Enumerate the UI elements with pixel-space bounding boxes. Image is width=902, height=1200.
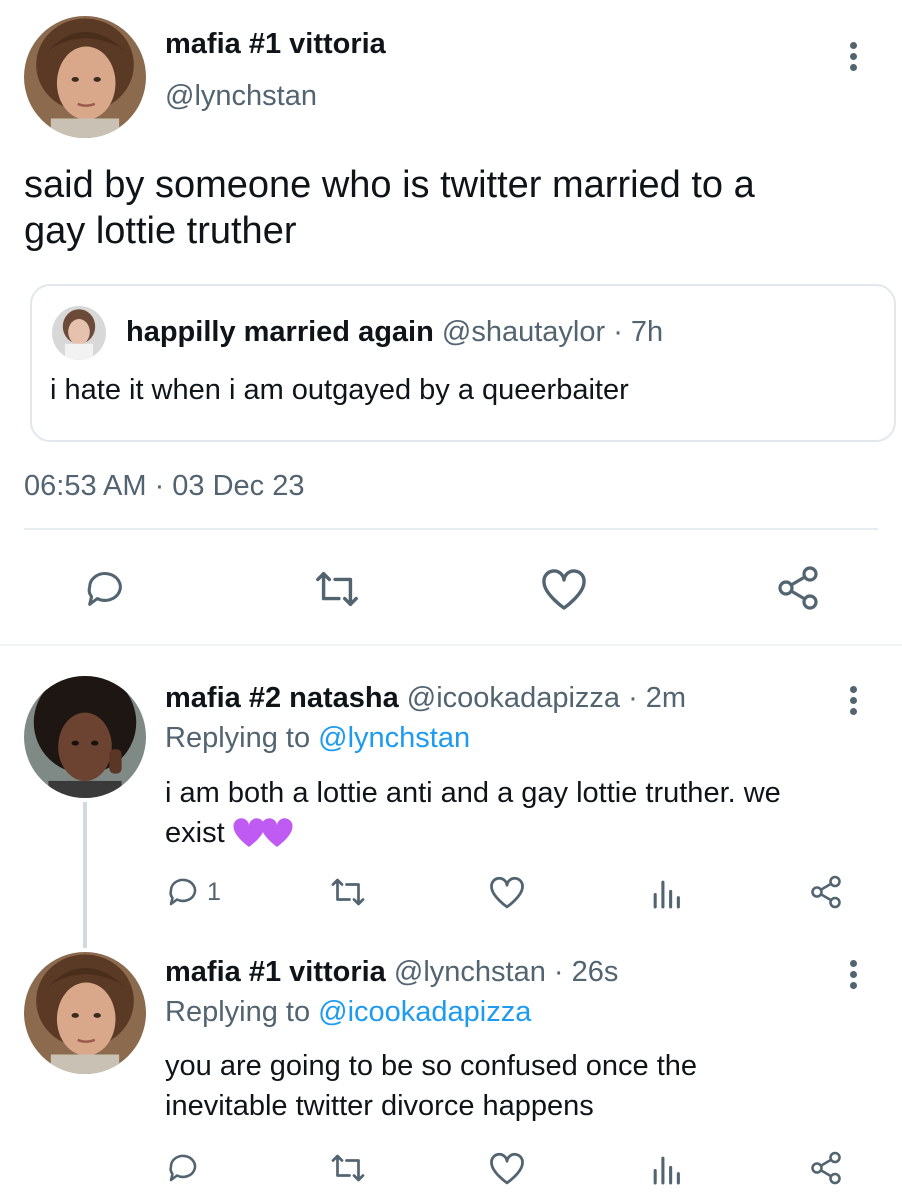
retweet-button[interactable] bbox=[328, 874, 368, 910]
retweet-button[interactable] bbox=[312, 566, 362, 612]
like-icon bbox=[490, 1152, 524, 1185]
avatar[interactable] bbox=[52, 306, 106, 360]
retweet-icon bbox=[316, 571, 358, 607]
purple-heart-icon bbox=[229, 816, 297, 850]
divider bbox=[0, 644, 902, 646]
more-options-icon[interactable] bbox=[848, 686, 858, 719]
tweet-text-line: inevitable twitter divorce happens bbox=[165, 1090, 594, 1122]
share-button[interactable] bbox=[808, 874, 844, 910]
tweet-text-line: exist bbox=[165, 813, 781, 853]
more-options-icon[interactable] bbox=[848, 42, 858, 75]
like-button[interactable] bbox=[540, 568, 588, 612]
avatar[interactable] bbox=[24, 16, 146, 138]
user-handle[interactable]: @icookadapizza bbox=[407, 682, 620, 714]
avatar[interactable] bbox=[24, 676, 146, 798]
display-name[interactable]: mafia #1 vittoria bbox=[165, 956, 386, 988]
analytics-button[interactable] bbox=[650, 1152, 682, 1186]
quoted-text: i hate it when i am outgayed by a queerb… bbox=[50, 374, 629, 406]
quoted-tweet[interactable]: happilly married again @shautaylor · 7h … bbox=[30, 284, 896, 442]
reply-icon bbox=[169, 1154, 197, 1182]
reply-icon bbox=[87, 572, 122, 606]
replying-to-link[interactable]: @icookadapizza bbox=[318, 996, 531, 1028]
tweet-text: you are going to be so confused once the… bbox=[165, 1046, 697, 1126]
like-button[interactable] bbox=[488, 1152, 526, 1186]
tweet-time: · 26s bbox=[553, 956, 619, 988]
tweet-text-line: i am both a lottie anti and a gay lottie… bbox=[165, 777, 781, 809]
reply-header: mafia #2 natasha @icookadapizza · 2m bbox=[165, 682, 686, 715]
share-button[interactable] bbox=[808, 1150, 844, 1186]
analytics-button[interactable] bbox=[650, 876, 682, 910]
replying-to-link[interactable]: @lynchstan bbox=[318, 722, 470, 754]
reply-icon bbox=[169, 878, 197, 906]
tweet-time: · 2m bbox=[628, 682, 687, 714]
tweet-time: · 7h bbox=[613, 316, 664, 348]
user-handle[interactable]: @shautaylor bbox=[442, 316, 605, 348]
replying-to: Replying to @icookadapizza bbox=[165, 996, 531, 1029]
like-button[interactable] bbox=[488, 876, 526, 910]
tweet-text-word: exist bbox=[165, 817, 225, 849]
share-icon bbox=[811, 875, 841, 909]
reply-button[interactable] bbox=[82, 566, 128, 612]
display-name[interactable]: mafia #1 vittoria bbox=[165, 28, 386, 61]
tweet-text-line: said by someone who is twitter married t… bbox=[24, 164, 755, 206]
share-icon bbox=[811, 1151, 841, 1185]
retweet-icon bbox=[331, 878, 365, 906]
analytics-icon bbox=[653, 880, 680, 909]
tweet-text-line: you are going to be so confused once the bbox=[165, 1050, 698, 1082]
divider bbox=[24, 528, 878, 530]
share-icon bbox=[778, 566, 818, 610]
tweet-text: i am both a lottie anti and a gay lottie… bbox=[165, 773, 781, 853]
reply-button[interactable]: 1 bbox=[165, 874, 221, 910]
reply-header: mafia #1 vittoria @lynchstan · 26s bbox=[165, 956, 618, 989]
tweet-timestamp[interactable]: 06:53 AM · 03 Dec 23 bbox=[24, 470, 305, 503]
analytics-icon bbox=[653, 1156, 680, 1185]
retweet-icon bbox=[331, 1154, 365, 1182]
reply-count: 1 bbox=[207, 877, 221, 906]
tweet-text-line: gay lottie truther bbox=[24, 210, 297, 252]
user-handle[interactable]: @lynchstan bbox=[394, 956, 546, 988]
tweet-text: said by someone who is twitter married t… bbox=[24, 162, 755, 254]
thread-connector bbox=[83, 802, 87, 948]
replying-to-label: Replying to bbox=[165, 722, 311, 754]
replying-to: Replying to @lynchstan bbox=[165, 722, 470, 755]
replying-to-label: Replying to bbox=[165, 996, 311, 1028]
user-handle[interactable]: @lynchstan bbox=[165, 80, 317, 113]
like-icon bbox=[542, 569, 586, 610]
display-name[interactable]: happilly married again bbox=[126, 316, 434, 348]
like-icon bbox=[490, 876, 524, 909]
avatar[interactable] bbox=[24, 952, 146, 1074]
more-options-icon[interactable] bbox=[848, 960, 858, 993]
retweet-button[interactable] bbox=[328, 1150, 368, 1186]
quoted-header: happilly married again @shautaylor · 7h bbox=[126, 316, 663, 349]
display-name[interactable]: mafia #2 natasha bbox=[165, 682, 399, 714]
share-button[interactable] bbox=[774, 564, 822, 612]
reply-button[interactable] bbox=[165, 1150, 201, 1186]
